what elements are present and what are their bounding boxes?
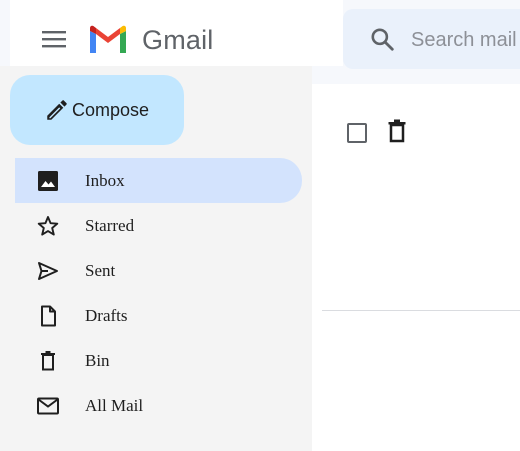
search-bar[interactable]: [343, 9, 520, 69]
delete-button[interactable]: [385, 118, 409, 144]
main-menu-button[interactable]: [36, 24, 72, 54]
sidebar-item-label: Drafts: [85, 306, 128, 325]
sidebar-item-sent[interactable]: Sent: [15, 248, 302, 293]
draft-icon: [36, 304, 60, 328]
list-divider: [322, 310, 520, 311]
trash-icon: [388, 119, 406, 143]
sidebar-item-bin[interactable]: Bin: [15, 338, 302, 383]
star-icon: [36, 214, 60, 238]
sidebar-item-label: All Mail: [85, 396, 144, 415]
sidebar-item-label: Starred: [85, 216, 135, 235]
mail-icon: [36, 394, 60, 418]
gmail-logo-text: Gmail: [142, 24, 214, 55]
hamburger-menu-icon: [42, 31, 66, 48]
gmail-logo[interactable]: Gmail: [88, 20, 214, 60]
pencil-icon: [44, 97, 70, 123]
select-all-checkbox[interactable]: [347, 123, 367, 143]
search-input[interactable]: [409, 24, 520, 56]
sidebar-item-starred[interactable]: Starred: [15, 203, 302, 248]
sidebar-item-inbox[interactable]: Inbox: [15, 158, 302, 203]
sidebar-item-all-mail[interactable]: All Mail: [15, 383, 302, 428]
trash-icon: [36, 349, 60, 373]
compose-label: Compose: [72, 99, 150, 120]
compose-button[interactable]: Compose: [10, 75, 184, 145]
gmail-m-icon: [90, 25, 126, 53]
send-icon: [36, 259, 60, 283]
search-icon[interactable]: [369, 26, 395, 52]
sidebar-item-drafts[interactable]: Drafts: [15, 293, 302, 338]
sidebar-item-label: Bin: [85, 351, 110, 370]
inbox-icon: [36, 169, 60, 193]
message-list-panel: [312, 84, 520, 451]
sidebar-item-label: Sent: [85, 261, 116, 280]
sidebar-item-label: Inbox: [85, 171, 125, 190]
